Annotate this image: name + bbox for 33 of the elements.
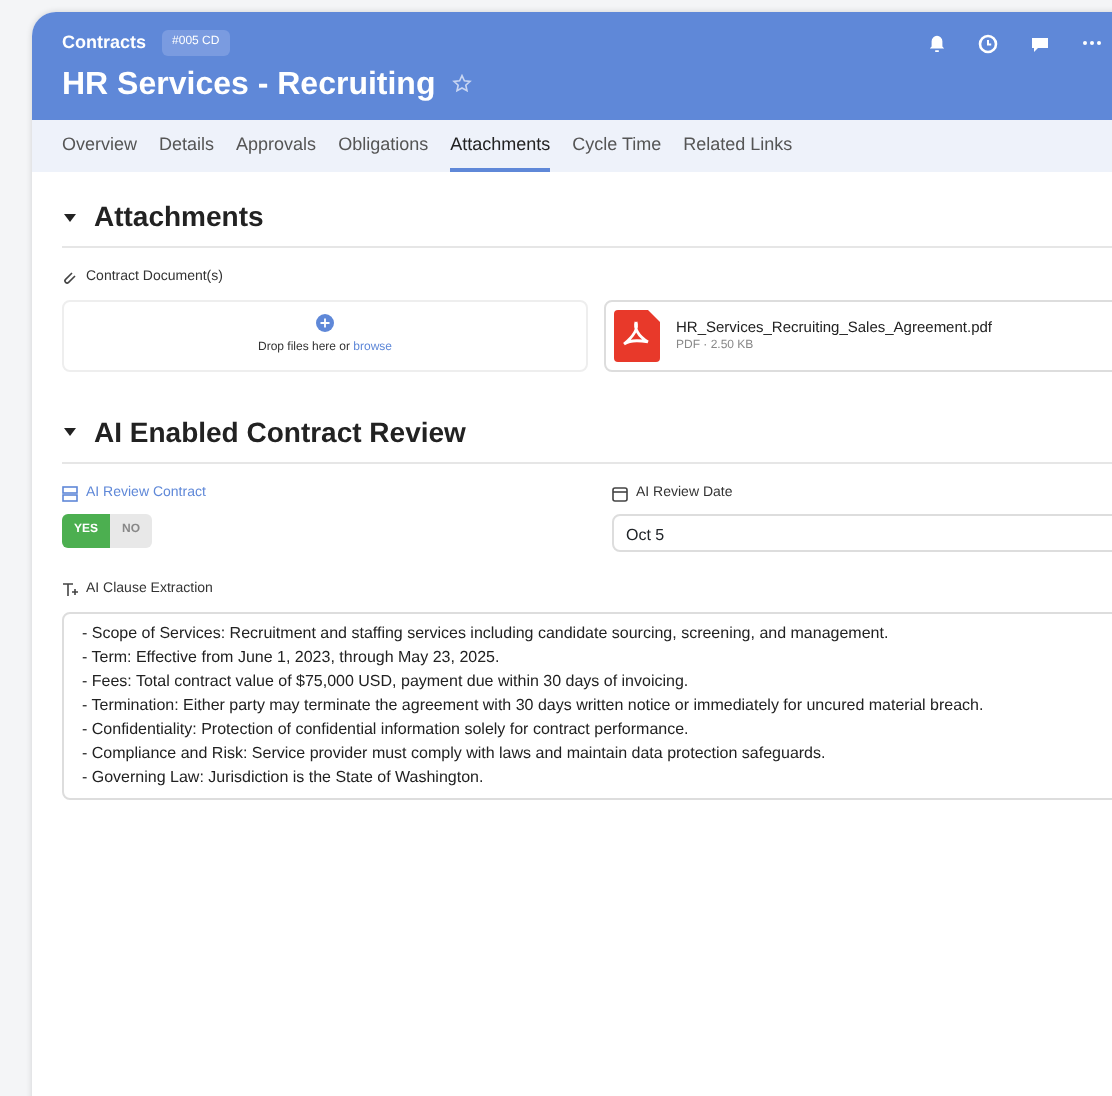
bell-icon[interactable] [928, 34, 946, 53]
text-icon [62, 582, 78, 599]
clause-line: - Term: Effective from June 1, 2023, through May 23, 2025. [82, 645, 502, 670]
tab[interactable]: Obligations [338, 119, 429, 173]
calendar-icon [612, 485, 628, 502]
chat-icon[interactable] [1030, 33, 1050, 54]
clause-line: - Governing Law: Jurisdiction is the State of Washington. [82, 765, 486, 790]
tab[interactable]: Approvals [236, 119, 317, 173]
pdf-file-icon [614, 309, 660, 362]
tab[interactable]: Related Links [683, 119, 793, 173]
more-icon[interactable] [1082, 40, 1102, 47]
caret-icon[interactable] [62, 211, 78, 224]
add-icon [316, 313, 334, 332]
tab[interactable]: Cycle Time [572, 119, 662, 173]
tab[interactable]: Details [159, 119, 215, 173]
clause-line: - Confidentiality: Protection of confidential information solely for contract performance. [82, 717, 691, 742]
breadcrumb-link[interactable]: Contracts [62, 30, 147, 57]
section-heading: AI Enabled Contract Review [94, 413, 466, 452]
page-title: HR Services - Recruiting [62, 65, 436, 104]
clause-line: - Fees: Total contract value of $75,000 USD, payment due within 30 days of invoicing. [82, 669, 691, 694]
star-icon[interactable] [451, 74, 472, 95]
clause-line: - Termination: Either party may terminate the agreement with 30 days written notice or immediately for uncured material breach. [82, 693, 986, 718]
section-heading: Attachments [94, 198, 264, 237]
date-field[interactable]: Oct 5 [612, 514, 1112, 553]
clause-text-area[interactable] [62, 611, 1112, 800]
clock-icon[interactable] [978, 33, 998, 54]
clause-line: - Compliance and Risk: Service provider must comply with laws and maintain data protection safeguards. [82, 741, 828, 766]
tab[interactable]: Attachments [450, 119, 551, 173]
paperclip-icon [62, 270, 78, 287]
clause-line: - Scope of Services: Recruitment and staffing services including candidate sourcing, screening, and management. [82, 621, 891, 646]
server-icon [62, 485, 78, 502]
tab[interactable]: Overview [62, 119, 138, 173]
caret-icon[interactable] [62, 426, 78, 439]
